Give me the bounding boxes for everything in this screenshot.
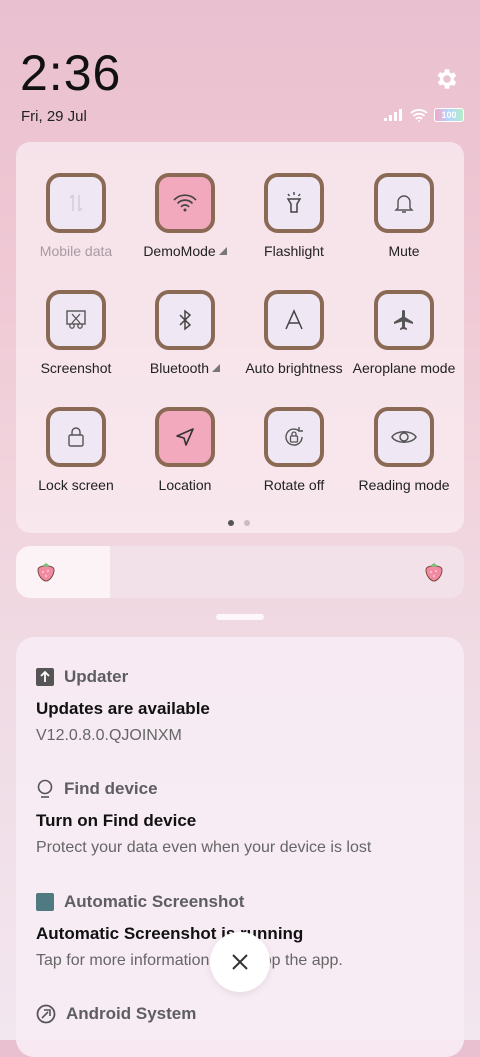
mobile-data-icon [69, 194, 83, 212]
rotate-lock-icon [285, 427, 303, 446]
flashlight-toggle[interactable] [264, 173, 324, 233]
demomode-toggle[interactable] [155, 173, 215, 233]
lock-icon [68, 427, 84, 447]
bell-icon [394, 195, 414, 213]
tile-label: Mute [388, 243, 420, 259]
tile-mobile-data[interactable]: Mobile data [21, 173, 131, 259]
find-device-icon [37, 779, 53, 798]
bluetooth-icon [179, 309, 192, 331]
eye-icon [391, 431, 417, 443]
auto-brightness-toggle[interactable] [264, 290, 324, 350]
gear-icon [437, 69, 457, 89]
tile-label: Reading mode [358, 477, 450, 493]
tile-aeroplane-mode[interactable]: Aeroplane mode [349, 290, 459, 376]
notification-app-name: Find device [64, 779, 158, 798]
wifi-status-icon [410, 108, 428, 122]
close-icon [232, 954, 248, 970]
screenshot-toggle[interactable] [46, 290, 106, 350]
location-toggle[interactable] [155, 407, 215, 467]
expand-arrow-icon[interactable] [212, 364, 221, 372]
rotate-toggle[interactable] [264, 407, 324, 467]
clear-notifications-button[interactable] [210, 932, 270, 992]
clock[interactable]: 2:36 [20, 44, 121, 102]
mobile-data-toggle[interactable] [46, 173, 106, 233]
settings-button[interactable] [432, 64, 462, 94]
tile-label: Lock screen [38, 477, 114, 493]
tile-label: Auto brightness [245, 360, 343, 376]
scissors-icon [66, 310, 86, 329]
notification-app-name: Updater [64, 667, 129, 686]
tile-bluetooth[interactable]: Bluetooth [130, 290, 240, 376]
notification-android-system[interactable]: Android System [36, 1004, 456, 1024]
tile-label: Location [158, 477, 212, 493]
notification-app-name: Automatic Screenshot [64, 892, 245, 911]
notification-text: Protect your data even when your device … [36, 839, 372, 856]
notification-app-name: Android System [66, 1004, 197, 1023]
tile-label: DemoMode [143, 243, 216, 259]
tile-label: Rotate off [263, 477, 325, 493]
notification-title: Updates are available [36, 699, 210, 718]
location-arrow-icon [176, 428, 194, 446]
wifi-icon [173, 194, 197, 212]
strawberry-icon [37, 563, 55, 582]
date[interactable]: Fri, 29 Jul [21, 108, 87, 125]
tile-label: Bluetooth [149, 360, 210, 376]
tile-label: Mobile data [39, 243, 113, 259]
tile-flashlight[interactable]: Flashlight [239, 173, 349, 259]
tile-demomode[interactable]: DemoMode [130, 173, 240, 259]
tile-reading-mode[interactable]: Reading mode [349, 407, 459, 493]
tile-label: Screenshot [40, 360, 112, 376]
drag-handle[interactable] [216, 614, 264, 620]
android-system-icon [36, 1004, 56, 1024]
page-indicator [228, 520, 250, 526]
strawberry-icon [425, 563, 443, 582]
aeroplane-toggle[interactable] [374, 290, 434, 350]
screenshot-app-icon [36, 893, 54, 911]
expand-arrow-icon[interactable] [218, 247, 227, 255]
tile-screenshot[interactable]: Screenshot [21, 290, 131, 376]
notification-title: Turn on Find device [36, 811, 197, 830]
letter-a-icon [285, 309, 303, 330]
notification-updater[interactable]: Updater Updates are available V12.0.8.0.… [36, 667, 456, 745]
status-icons: 100 [384, 108, 464, 122]
tile-rotate-off[interactable]: Rotate off [239, 407, 349, 493]
tile-location[interactable]: Location [130, 407, 240, 493]
updater-icon [36, 668, 54, 686]
notification-text: V12.0.8.0.QJOINXM [36, 727, 182, 744]
bluetooth-toggle[interactable] [155, 290, 215, 350]
mute-toggle[interactable] [374, 173, 434, 233]
brightness-slider[interactable] [16, 546, 464, 598]
tile-label: Aeroplane mode [352, 360, 456, 376]
tile-mute[interactable]: Mute [349, 173, 459, 259]
lock-screen-toggle[interactable] [46, 407, 106, 467]
signal-icon [384, 109, 402, 121]
notification-panel: Updater Updates are available V12.0.8.0.… [16, 637, 464, 1057]
tile-lock-screen[interactable]: Lock screen [21, 407, 131, 493]
reading-mode-toggle[interactable] [374, 407, 434, 467]
tile-label: Flashlight [264, 243, 324, 259]
airplane-icon [394, 310, 413, 330]
page-dot [244, 520, 250, 526]
battery-icon: 100 [434, 108, 464, 122]
flashlight-icon [286, 192, 302, 213]
notification-find-device[interactable]: Find device Turn on Find device Protect … [36, 779, 456, 857]
page-dot-active [228, 520, 234, 526]
brightness-fill [16, 546, 111, 598]
tile-auto-brightness[interactable]: Auto brightness [239, 290, 349, 376]
